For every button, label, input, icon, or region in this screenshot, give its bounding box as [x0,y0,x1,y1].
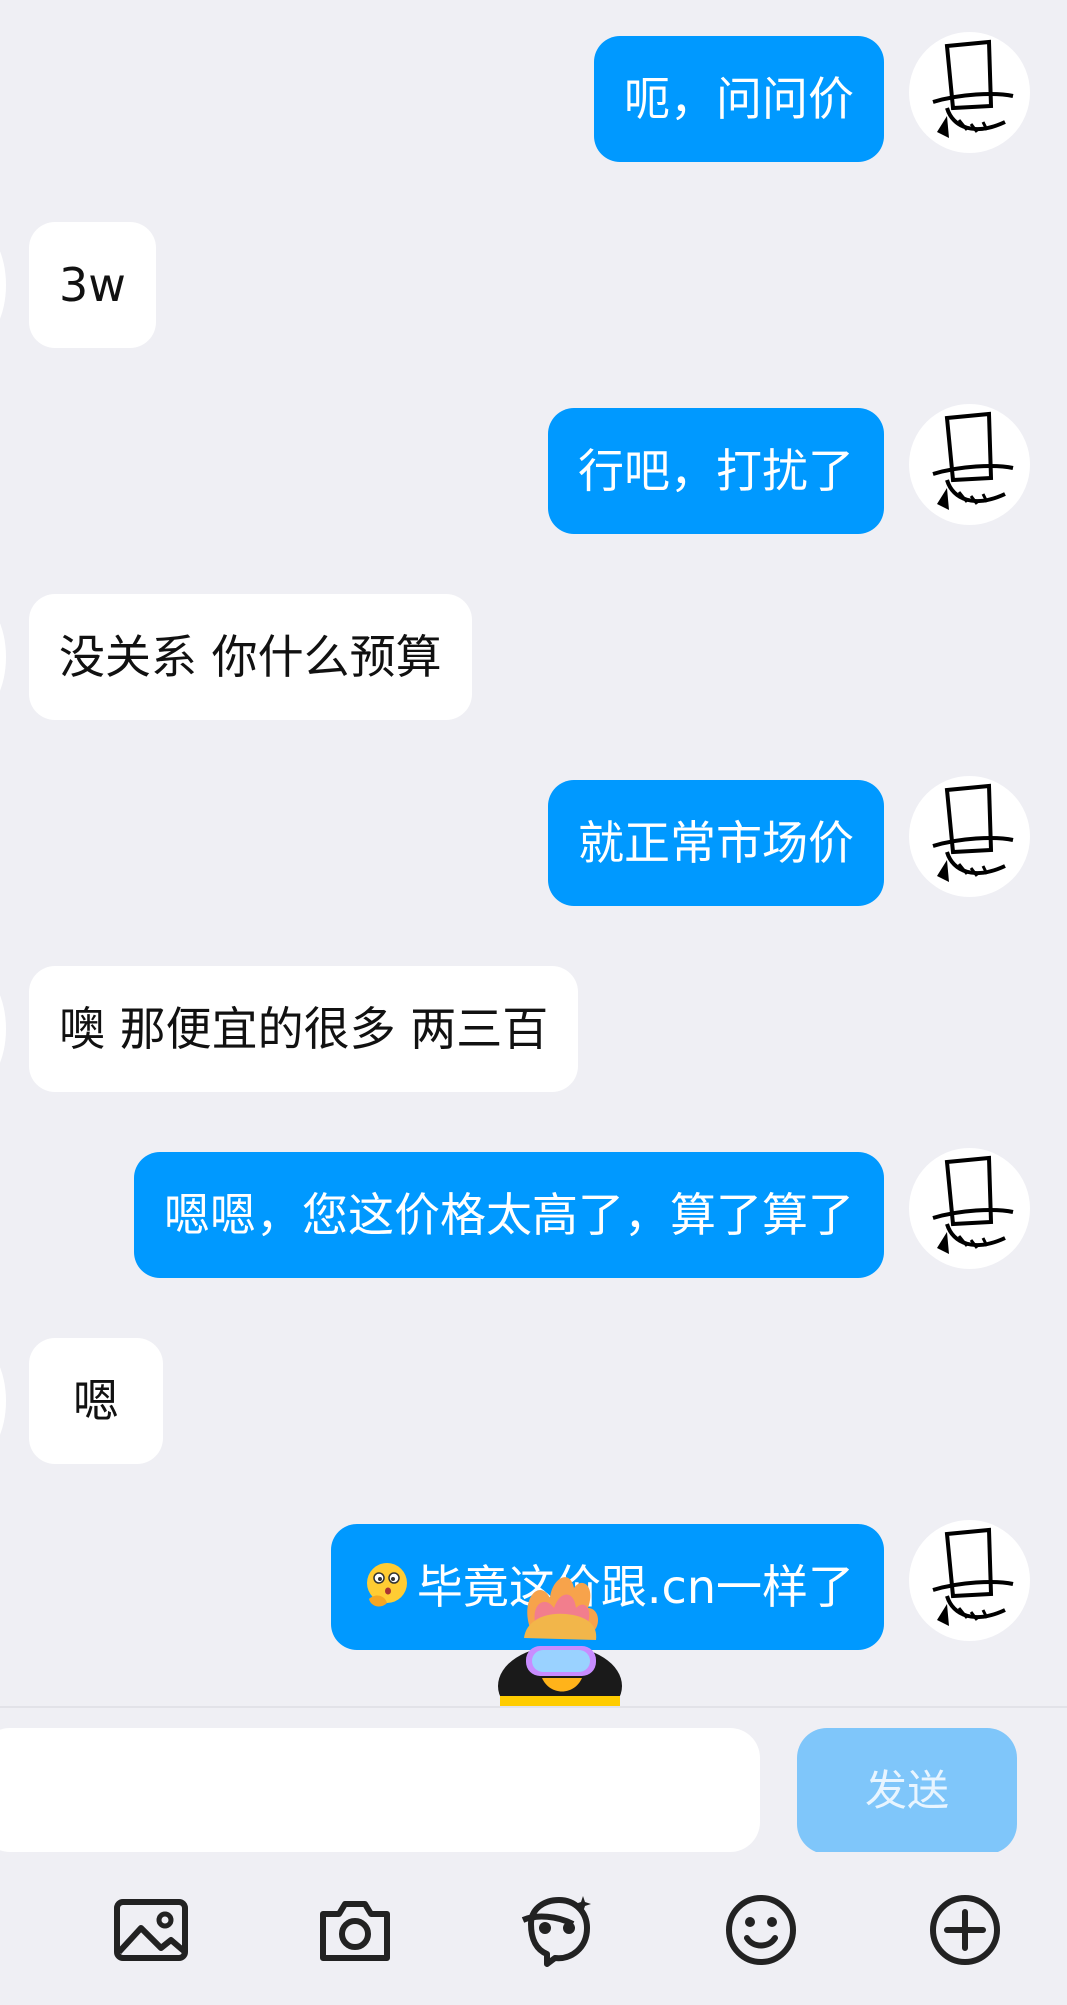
message-list[interactable]: 呃，问问价 3w 行吧，打扰了 没关系 你什么预算 就正常市场价 噢 那便宜的很… [0,0,1067,1706]
avatar-sticker-icon[interactable] [517,1890,597,1970]
emoji-smile-icon[interactable] [721,1890,801,1970]
message-row: 3w [0,222,1067,348]
message-row: 就正常市场价 [0,776,1067,906]
message-row: 嗯嗯，您这价格太高了，算了算了 [0,1148,1067,1278]
incoming-message-bubble[interactable]: 嗯 [29,1338,163,1464]
peer-avatar[interactable] [0,1344,6,1458]
top-hat-avatar-icon [932,783,1014,882]
incoming-message-bubble[interactable]: 噢 那便宜的很多 两三百 [29,966,579,1092]
message-input[interactable] [0,1728,760,1852]
my-avatar[interactable] [909,32,1030,153]
camera-icon[interactable] [315,1890,395,1970]
my-avatar[interactable] [909,404,1030,525]
my-avatar[interactable] [909,776,1030,897]
peer-avatar[interactable] [0,600,6,714]
plus-icon[interactable] [925,1890,1005,1970]
outgoing-message-bubble[interactable]: 呃，问问价 [594,36,884,162]
send-button[interactable]: 发送 [797,1728,1017,1854]
thinking-face-emoji-icon [366,1563,407,1607]
image-icon[interactable] [111,1890,191,1970]
message-row: 嗯 [0,1338,1067,1464]
top-hat-avatar-icon [932,39,1014,138]
my-avatar[interactable] [909,1520,1030,1641]
chat-screen: 呃，问问价 3w 行吧，打扰了 没关系 你什么预算 就正常市场价 噢 那便宜的很… [0,0,1067,2005]
top-hat-avatar-icon [932,1527,1014,1626]
message-row: 行吧，打扰了 [0,404,1067,534]
incoming-message-bubble[interactable]: 3w [29,222,156,348]
outgoing-message-bubble[interactable]: 嗯嗯，您这价格太高了，算了算了 [134,1152,884,1278]
top-hat-avatar-icon [932,1155,1014,1254]
input-bar: 发送 [0,1706,1067,1854]
outgoing-message-bubble[interactable]: 行吧，打扰了 [548,408,884,534]
outgoing-message-bubble[interactable]: 就正常市场价 [548,780,884,906]
peer-avatar[interactable] [0,228,6,342]
penguin-sticker [470,1568,640,1706]
message-row: 噢 那便宜的很多 两三百 [0,966,1067,1092]
incoming-message-bubble[interactable]: 没关系 你什么预算 [29,594,472,720]
top-hat-avatar-icon [932,411,1014,510]
peer-avatar[interactable] [0,972,6,1086]
message-row: 呃，问问价 [0,32,1067,162]
my-avatar[interactable] [909,1148,1030,1269]
penguin-mascot-icon [498,1577,622,1706]
input-toolbar [0,1852,1067,2005]
message-row: 没关系 你什么预算 [0,594,1067,720]
